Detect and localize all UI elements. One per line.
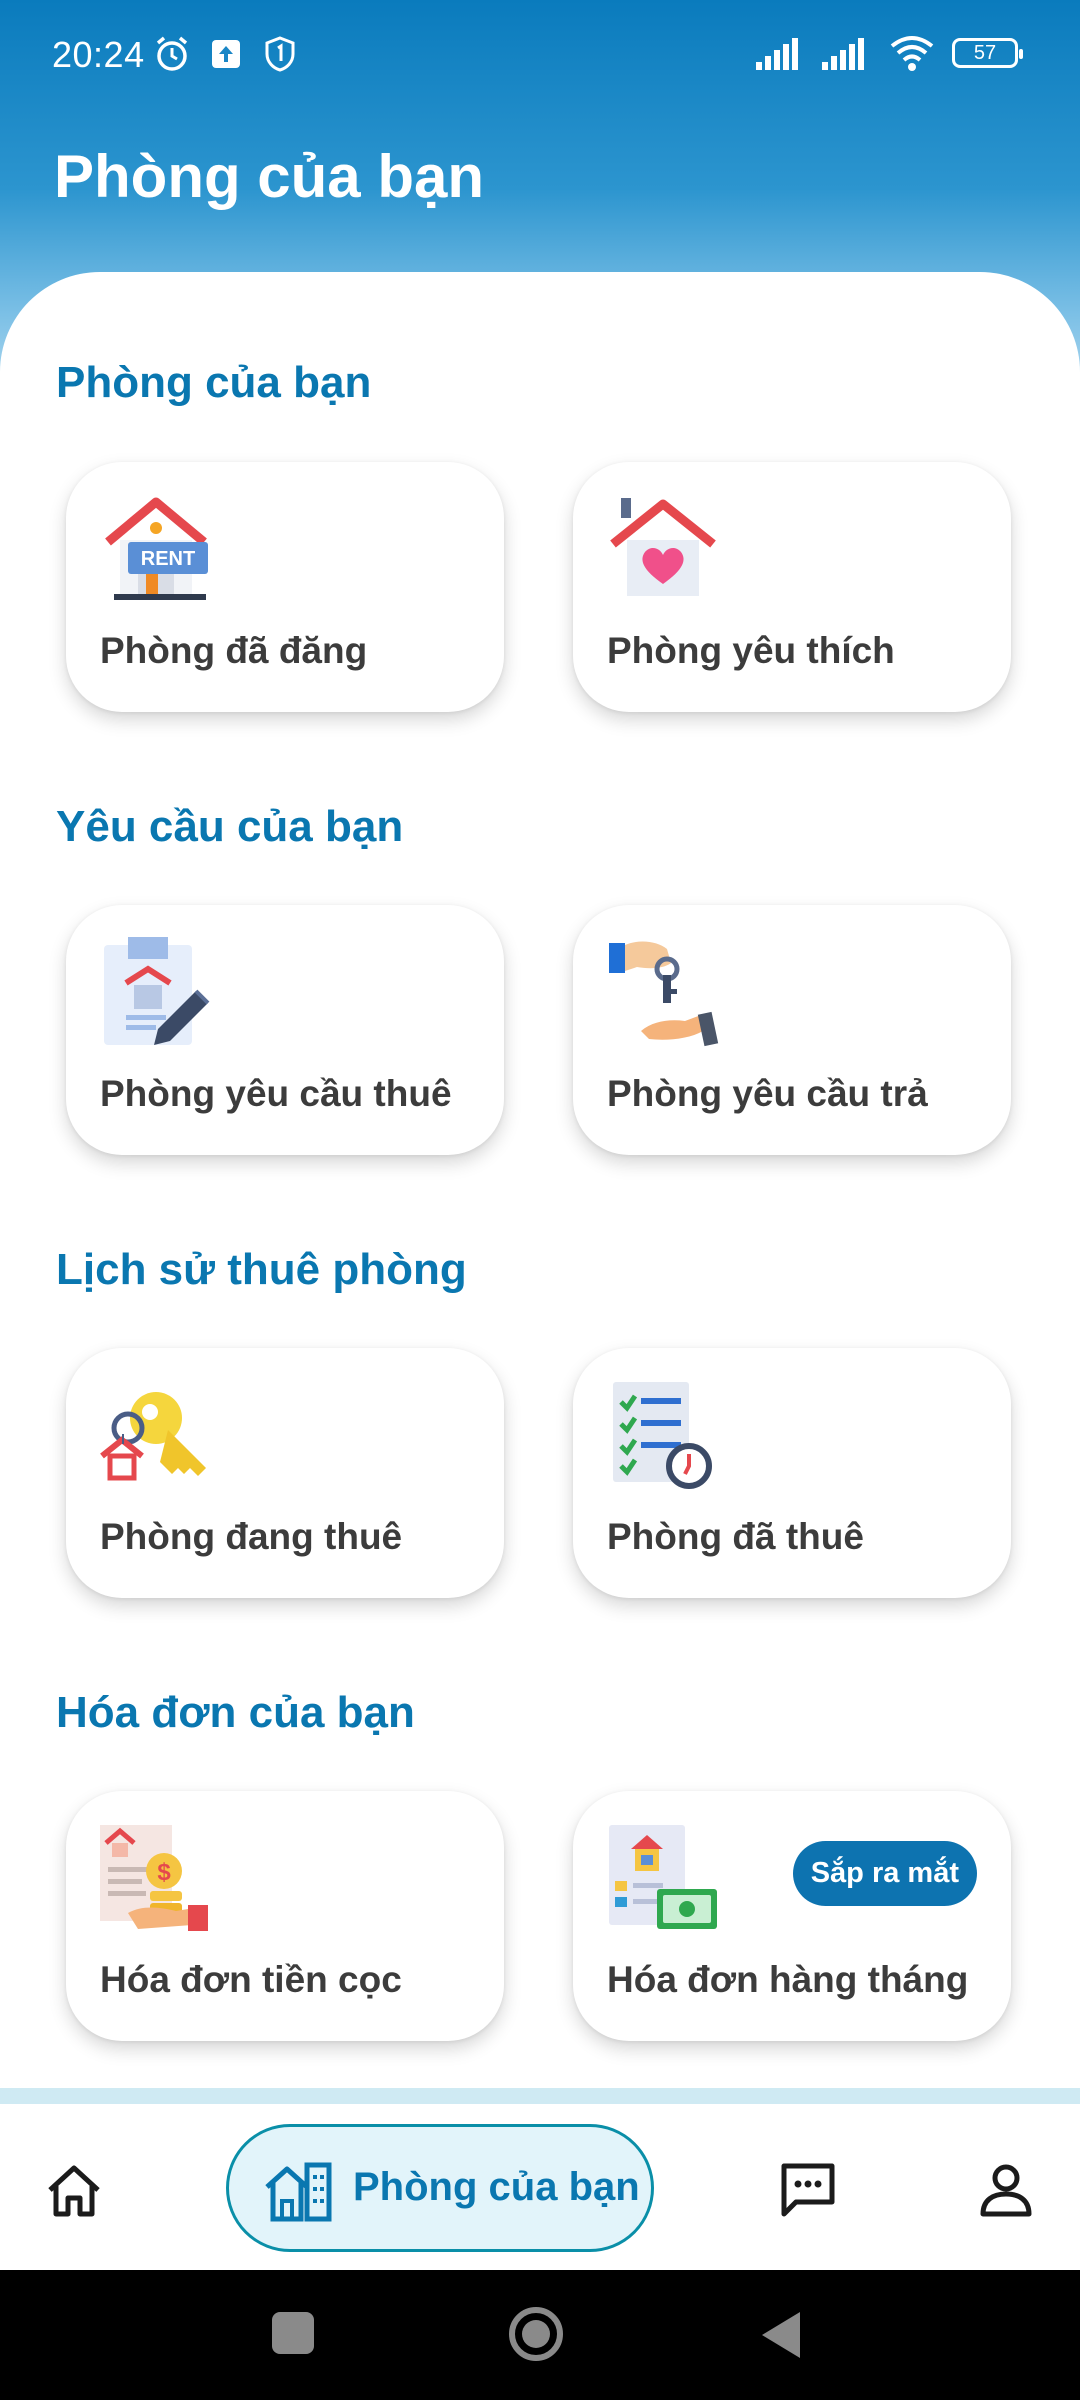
card-label: Phòng yêu cầu thuê (100, 1073, 452, 1114)
monthly-bill-icon (609, 1825, 717, 1929)
card-rent-requests[interactable]: Phòng yêu cầu thuê (66, 905, 504, 1155)
recent-apps-icon[interactable] (270, 2310, 316, 2356)
section-title-rental-history: Lịch sử thuê phòng (56, 1245, 467, 1294)
system-navigation-bar (0, 2270, 1080, 2400)
card-previously-rented[interactable]: Phòng đã thuê (573, 1348, 1011, 1598)
shield-icon (265, 36, 295, 72)
page-title: Phòng của bạn (54, 143, 485, 210)
signal-icon (756, 38, 798, 70)
card-label: Phòng yêu thích (607, 630, 895, 671)
upload-icon (212, 40, 240, 68)
coming-soon-badge: Sắp ra mắt (792, 1841, 977, 1906)
key-handover-icon (609, 941, 719, 1047)
alarm-icon (156, 36, 188, 71)
battery-indicator: 57 (952, 38, 1023, 68)
checklist-clock-icon (613, 1382, 712, 1489)
bottom-nav-divider (0, 2088, 1080, 2104)
card-deposit-invoice[interactable]: $ Hóa đơn tiền cọc (66, 1791, 504, 2041)
svg-text:RENT: RENT (141, 548, 195, 570)
card-label: Phòng đã đăng (100, 630, 368, 671)
deposit-invoice-icon: $ (100, 1825, 208, 1931)
rental-contract-icon (104, 937, 210, 1045)
home-button-icon[interactable] (508, 2306, 564, 2362)
card-label: Phòng đang thuê (100, 1516, 403, 1557)
rent-house-icon: RENT (105, 497, 208, 600)
section-title-your-rooms: Phòng của bạn (56, 358, 372, 407)
user-icon[interactable] (976, 2160, 1036, 2220)
bottom-navigation: Phòng của bạn (0, 2104, 1080, 2270)
signal-icon-2 (822, 38, 864, 70)
home-icon[interactable] (44, 2160, 104, 2220)
card-label: Hóa đơn tiền cọc (100, 1959, 402, 2000)
card-label: Phòng đã thuê (607, 1516, 864, 1557)
back-icon[interactable] (760, 2310, 804, 2360)
nav-tab-your-rooms[interactable]: Phòng của bạn (226, 2124, 654, 2252)
svg-text:$: $ (157, 1859, 171, 1886)
chat-icon[interactable] (778, 2160, 838, 2220)
status-time: 20:24 (52, 34, 145, 75)
status-bar: 20:24 57 (0, 0, 1080, 110)
building-icon (265, 2162, 332, 2222)
card-label: Phòng yêu cầu trả (607, 1073, 928, 1114)
heart-house-icon (610, 498, 716, 596)
status-icons-left (152, 34, 300, 74)
nav-tab-label: Phòng của bạn (353, 2165, 640, 2209)
section-title-your-requests: Yêu cầu của bạn (56, 802, 404, 851)
house-key-icon (100, 1392, 206, 1481)
card-return-requests[interactable]: Phòng yêu cầu trả (573, 905, 1011, 1155)
status-icons-right: 57 (756, 34, 1023, 72)
card-posted-rooms[interactable]: RENT Phòng đã đăng (66, 462, 504, 712)
card-favorite-rooms[interactable]: Phòng yêu thích (573, 462, 1011, 712)
section-title-your-invoices: Hóa đơn của bạn (56, 1688, 415, 1737)
wifi-icon (890, 36, 934, 71)
card-monthly-invoice[interactable]: Sắp ra mắt Hóa đơn hàng tháng (573, 1791, 1011, 2041)
card-currently-renting[interactable]: Phòng đang thuê (66, 1348, 504, 1598)
card-label: Hóa đơn hàng tháng (607, 1959, 969, 2000)
